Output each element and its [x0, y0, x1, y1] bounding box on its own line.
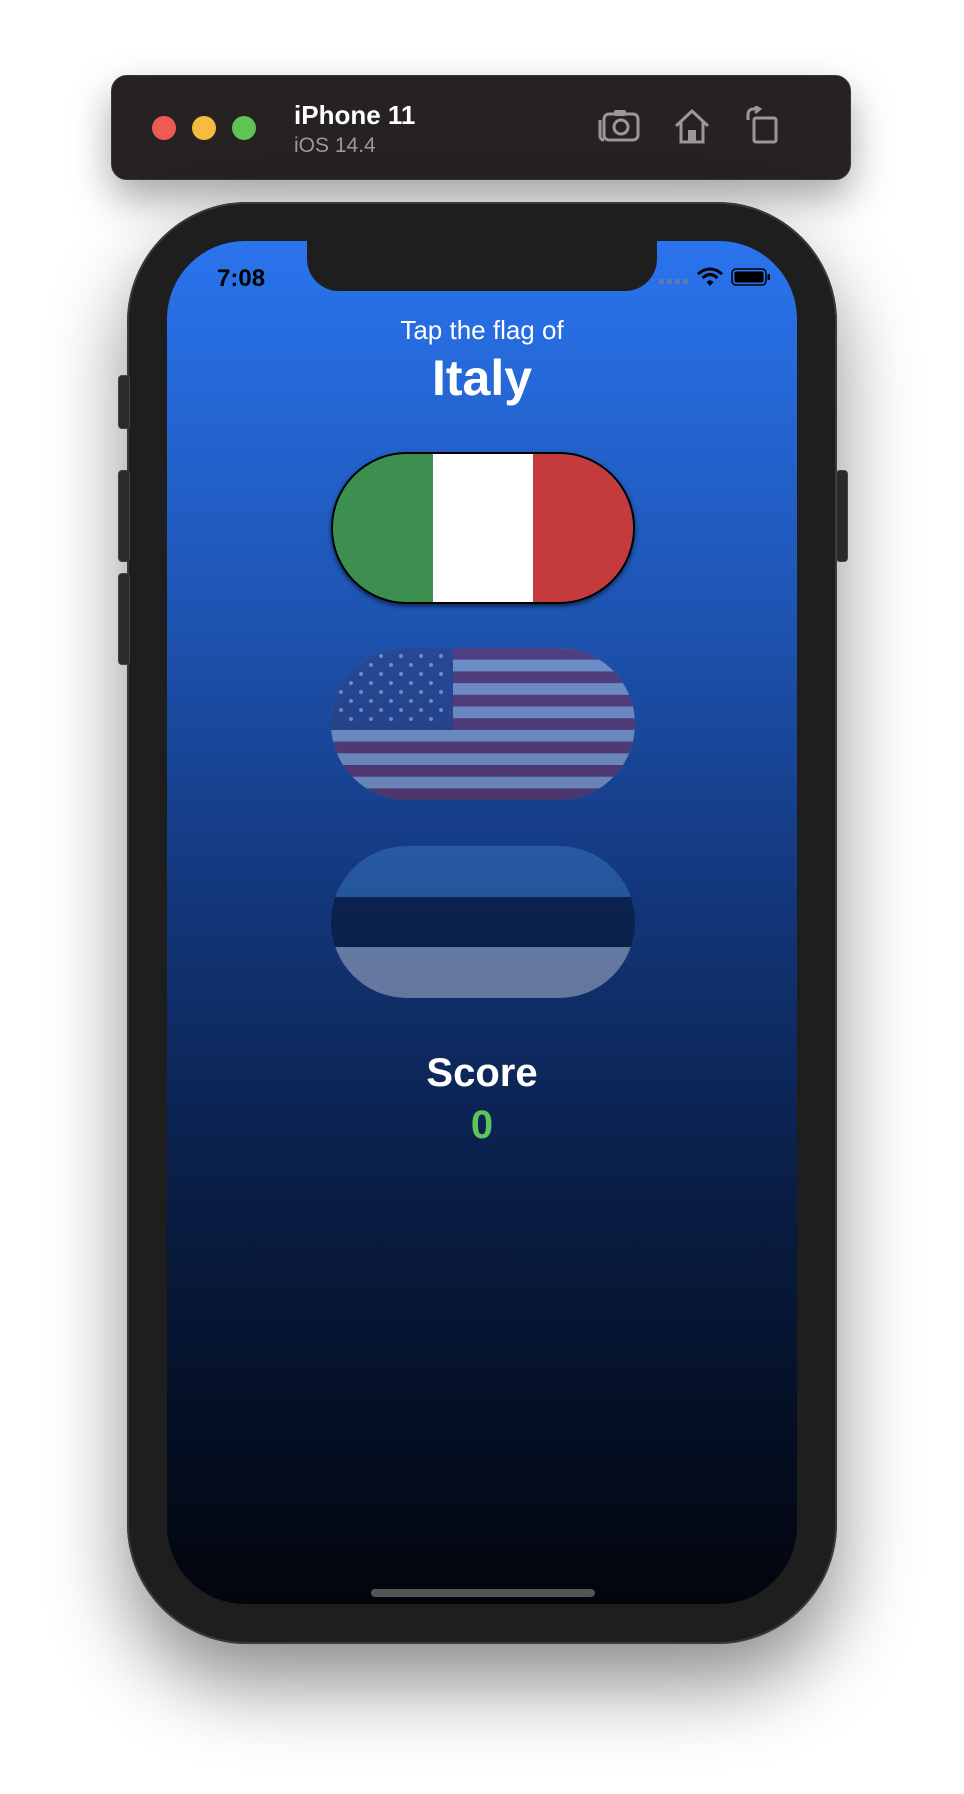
home-icon[interactable] [672, 106, 712, 146]
close-window-button[interactable] [152, 116, 176, 140]
volume-down-button [118, 573, 130, 665]
device-name: iPhone 11 [294, 100, 416, 130]
estonia-flag-icon [331, 846, 635, 998]
wifi-icon [697, 267, 723, 292]
rotate-icon[interactable] [744, 106, 782, 146]
volume-up-button [118, 470, 130, 562]
status-time: 7:08 [217, 265, 266, 292]
app-screen: 7:08 Tap the flag of Italy Score 0 [167, 241, 797, 1604]
notch [307, 241, 657, 291]
cellular-icon [659, 271, 689, 289]
score-value: 0 [470, 1103, 494, 1147]
simulator-toolbar: iPhone 11 iOS 14.4 [111, 75, 851, 180]
italy-flag-icon [333, 454, 633, 602]
power-button [836, 470, 848, 562]
mute-switch [118, 375, 130, 429]
device-os-version: iOS 14.4 [294, 134, 376, 157]
home-indicator[interactable] [371, 1589, 595, 1597]
status-icons [659, 267, 771, 292]
score-label: Score [426, 1051, 538, 1095]
country-name: Italy [431, 350, 533, 406]
minimize-window-button[interactable] [192, 116, 216, 140]
screenshot-icon[interactable] [598, 106, 642, 146]
flag-button-us[interactable] [331, 648, 635, 800]
us-flag-icon [331, 648, 635, 800]
battery-icon [731, 267, 771, 292]
zoom-window-button[interactable] [232, 116, 256, 140]
flag-button-estonia[interactable] [331, 846, 635, 998]
flag-button-italy[interactable] [331, 452, 635, 604]
prompt-text: Tap the flag of [400, 315, 564, 345]
